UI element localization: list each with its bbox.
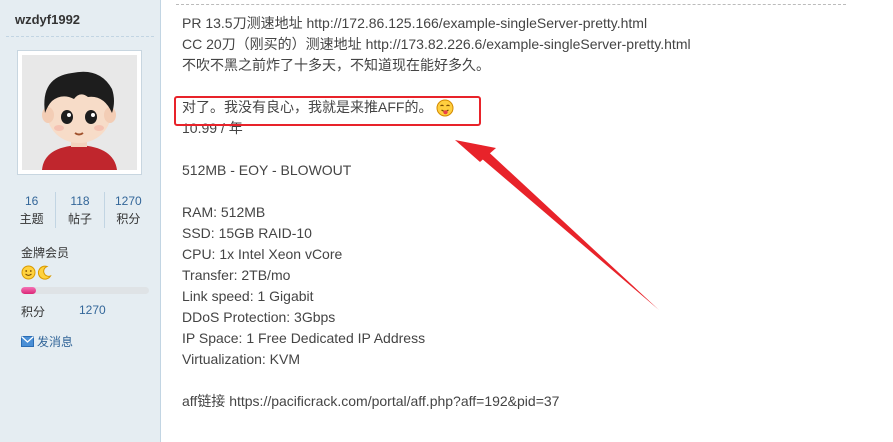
stat-label: 积分 xyxy=(116,212,141,226)
post-content: PR 13.5刀测速地址 http://172.86.125.166/examp… xyxy=(182,13,691,412)
points-row: 积分 1270 xyxy=(21,303,151,320)
sidebar-divider xyxy=(6,36,154,37)
post-line: PR 13.5刀测速地址 http://172.86.125.166/examp… xyxy=(182,15,648,31)
points-value: 1270 xyxy=(79,303,106,317)
stat-value: 118 xyxy=(70,194,90,208)
spec-line: CPU: 1x Intel Xeon vCore xyxy=(182,246,343,262)
spec-line: DDoS Protection: 3Gbps xyxy=(182,309,336,325)
spec-line: IP Space: 1 Free Dedicated IP Address xyxy=(182,330,426,346)
author-sidebar: wzdyf1992 16 主题 118 帖子 1270 积分 金牌会员 积分 1… xyxy=(0,0,161,442)
rank-title[interactable]: 金牌会员 xyxy=(21,244,69,261)
rank-progress-bar xyxy=(21,287,149,294)
post-divider xyxy=(176,4,846,5)
user-stats: 16 主题 118 帖子 1270 积分 xyxy=(8,192,152,228)
stat-posts[interactable]: 118 帖子 xyxy=(55,192,103,228)
points-label: 积分 xyxy=(21,305,46,319)
annotation-highlight-box xyxy=(174,96,481,126)
smiley-icon xyxy=(21,265,36,280)
post-line: 不吹不黑之前炸了十多天，不知道现在能好多久。 xyxy=(182,57,490,73)
rank-progress-fill xyxy=(21,287,37,294)
spec-line: Transfer: 2TB/mo xyxy=(182,267,291,283)
username-link[interactable]: wzdyf1992 xyxy=(15,12,80,27)
spec-line: RAM: 512MB xyxy=(182,204,266,220)
post-line: CC 20刀（刚买的）测速地址 http://173.82.226.6/exam… xyxy=(182,36,691,52)
stat-label: 帖子 xyxy=(67,212,92,226)
spec-line: Link speed: 1 Gigabit xyxy=(182,288,314,304)
spec-line: SSD: 15GB RAID-10 xyxy=(182,225,312,241)
stat-value: 16 xyxy=(24,194,39,208)
spec-line: Virtualization: KVM xyxy=(182,351,301,367)
send-message-link[interactable]: 发消息 xyxy=(21,333,73,350)
stat-value: 1270 xyxy=(114,194,142,208)
avatar-cartoon-boy-icon xyxy=(22,55,137,170)
send-message-label: 发消息 xyxy=(37,335,74,349)
envelope-icon xyxy=(21,336,34,347)
stat-points[interactable]: 1270 积分 xyxy=(103,192,152,228)
rank-stars xyxy=(21,265,52,280)
stat-label: 主题 xyxy=(19,212,44,226)
moon-icon xyxy=(37,265,52,280)
aff-link-line[interactable]: aff链接 https://pacificrack.com/portal/aff… xyxy=(182,391,691,412)
stat-threads[interactable]: 16 主题 xyxy=(8,192,55,228)
avatar[interactable] xyxy=(17,50,142,175)
post-line: 512MB - EOY - BLOWOUT xyxy=(182,162,352,178)
